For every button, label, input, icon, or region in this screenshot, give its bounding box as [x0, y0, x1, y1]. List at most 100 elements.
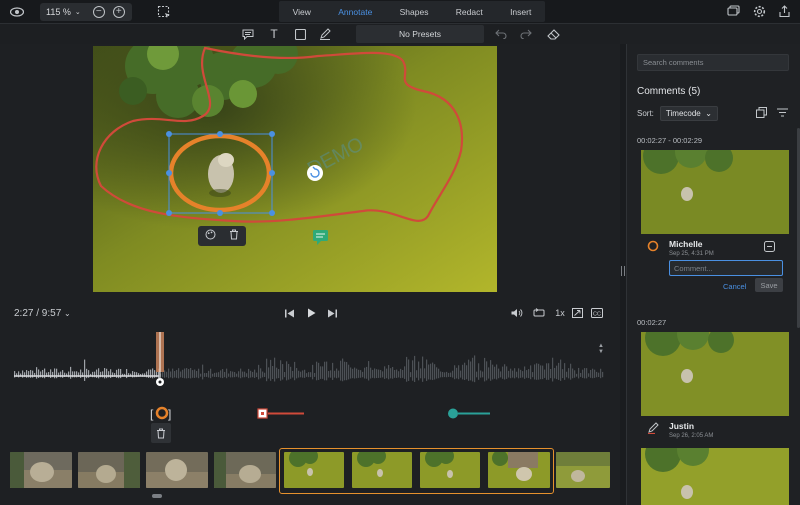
search-comments-input[interactable]: Search comments — [637, 54, 789, 71]
redo-icon[interactable] — [519, 27, 533, 41]
eye-icon[interactable] — [10, 5, 24, 19]
filmstrip-thumb[interactable] — [10, 452, 72, 488]
waveform-bar — [360, 370, 362, 378]
comment-tool-icon[interactable] — [241, 27, 255, 41]
comment-thumbnail[interactable] — [641, 448, 789, 505]
svg-text:]: ] — [168, 407, 171, 421]
waveform-bar — [266, 358, 268, 382]
skip-forward-icon[interactable] — [326, 307, 338, 319]
skip-back-icon[interactable] — [283, 307, 295, 319]
loop-icon[interactable] — [532, 307, 546, 319]
trash-icon[interactable] — [229, 229, 239, 243]
waveform-bar — [86, 368, 88, 379]
waveform-bar — [328, 371, 330, 378]
comment-input[interactable]: Comment... — [669, 260, 783, 276]
waveform-bar — [452, 370, 454, 378]
waveform-bar — [588, 373, 590, 377]
waveform-bar — [536, 363, 538, 380]
filmstrip-resize-handle[interactable] — [152, 494, 162, 498]
waveform-bar — [578, 367, 580, 379]
comments-panel-icon[interactable] — [726, 4, 740, 18]
tab-redact[interactable]: Redact — [452, 7, 487, 17]
share-icon[interactable] — [777, 4, 791, 18]
waveform-bar — [210, 368, 212, 379]
zoom-value: 115 % — [46, 7, 71, 17]
waveform-bar — [470, 361, 472, 381]
comments-title: Comments (5) — [637, 86, 701, 97]
waveform-bar — [340, 360, 342, 381]
filmstrip-thumb[interactable] — [78, 452, 140, 488]
waveform-bar — [420, 368, 422, 379]
zoom-out-icon[interactable]: − — [92, 6, 105, 18]
closed-captions-icon[interactable]: CC — [590, 307, 604, 319]
playback-speed[interactable]: 1x — [553, 306, 567, 320]
eraser-icon[interactable] — [546, 27, 560, 41]
cancel-button[interactable]: Cancel — [723, 282, 746, 291]
video-frame[interactable]: DEMO — [93, 46, 497, 292]
selected-range[interactable] — [279, 448, 554, 494]
comment-author: Michelle — [669, 239, 703, 249]
copy-comments-icon[interactable] — [755, 106, 767, 118]
audio-waveform[interactable] — [14, 330, 606, 390]
waveform-bar — [560, 359, 562, 381]
waveform-bar — [580, 372, 582, 377]
undo-icon[interactable] — [494, 27, 508, 41]
tab-insert[interactable]: Insert — [506, 7, 535, 17]
picture-in-picture-icon[interactable] — [571, 307, 583, 319]
waveform-bar — [492, 364, 494, 380]
waveform-bar — [54, 368, 56, 379]
waveform-bar — [504, 364, 506, 380]
waveform-bar — [566, 371, 568, 378]
comment-thumbnail[interactable] — [641, 150, 789, 234]
waveform-bar — [498, 368, 500, 379]
gear-icon[interactable] — [752, 4, 766, 18]
selection-tool-icon[interactable] — [156, 4, 172, 20]
waveform-bar — [422, 356, 424, 382]
filmstrip[interactable] — [10, 448, 610, 494]
chevron-down-icon[interactable]: ⌄ — [64, 309, 71, 318]
tab-shapes[interactable]: Shapes — [396, 7, 433, 17]
waveform-bar — [448, 372, 450, 377]
waveform-bar — [274, 357, 276, 382]
text-tool-icon[interactable]: T — [267, 26, 281, 42]
waveform-bar — [532, 372, 534, 378]
chevron-down-icon[interactable]: ⌄ — [75, 8, 81, 16]
save-button[interactable]: Save — [755, 278, 783, 292]
waveform-bar — [402, 369, 404, 378]
play-icon[interactable] — [305, 307, 317, 319]
pen-tool-icon[interactable] — [318, 27, 332, 41]
rectangle-tool-icon[interactable] — [293, 27, 307, 41]
filter-icon[interactable] — [776, 106, 788, 118]
zoom-control[interactable]: 115 % ⌄ − + — [40, 3, 132, 21]
waveform-bar — [204, 373, 206, 377]
filmstrip-thumb[interactable] — [146, 452, 208, 488]
track-trash-icon[interactable] — [151, 423, 171, 443]
waveform-bar — [450, 372, 452, 378]
tab-annotate[interactable]: Annotate — [334, 7, 376, 17]
comment-thumbnail[interactable] — [641, 332, 789, 416]
playhead[interactable] — [150, 330, 170, 390]
filmstrip-thumb[interactable] — [214, 452, 276, 488]
pen-shape-icon — [648, 422, 659, 434]
waveform-bar — [240, 368, 242, 379]
timecode-display[interactable]: 2:27 / 9:57 ⌄ — [14, 308, 71, 319]
waveform-bar — [520, 369, 522, 378]
waveform-bar — [522, 371, 524, 378]
tab-view[interactable]: View — [289, 7, 315, 17]
waveform-bar — [400, 368, 402, 379]
waveform-bar — [334, 370, 336, 378]
waveform-bar — [436, 367, 438, 379]
sort-select[interactable]: Timecode ⌄ — [659, 106, 718, 121]
waveform-scroll-icon[interactable]: ▲ ▼ — [597, 342, 605, 356]
zoom-in-icon[interactable]: + — [112, 6, 125, 18]
comment-timecode: 00:02:27 - 00:02:29 — [637, 136, 703, 145]
filmstrip-thumb[interactable] — [556, 452, 610, 488]
style-palette-icon[interactable] — [205, 229, 216, 243]
waveform-bar — [188, 369, 190, 379]
collapse-comment-icon[interactable] — [763, 240, 775, 252]
presets-dropdown[interactable]: No Presets — [356, 25, 484, 43]
waveform-bar — [192, 370, 194, 378]
waveform-bar — [324, 361, 326, 381]
volume-icon[interactable] — [511, 307, 523, 319]
waveform-bar — [70, 366, 72, 379]
